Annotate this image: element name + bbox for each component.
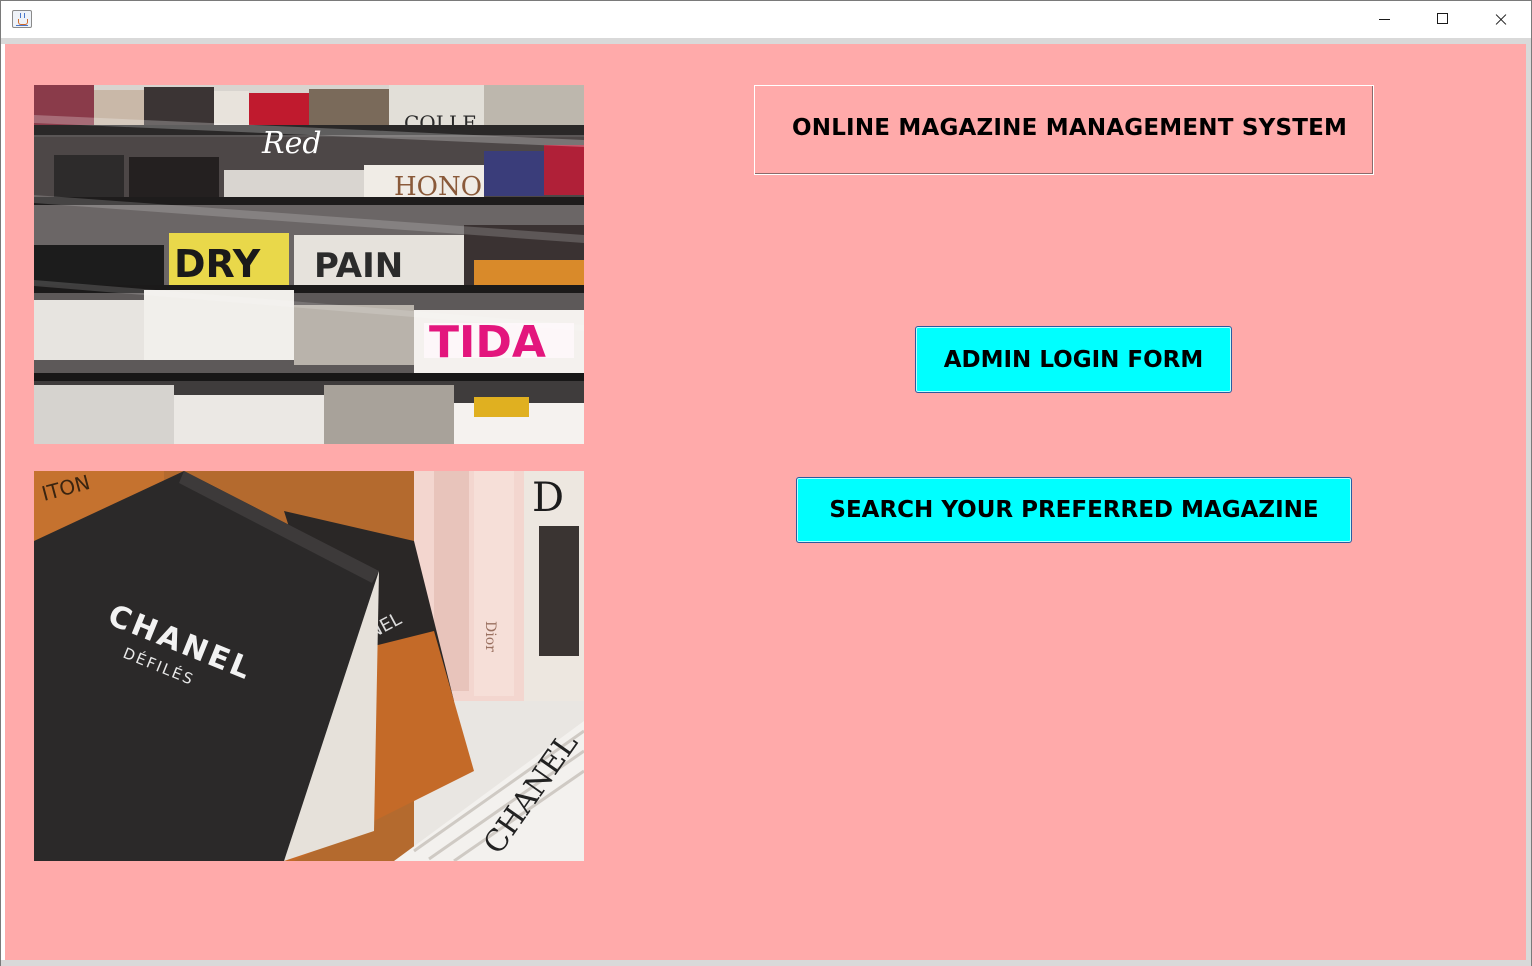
java-coffee-cup-icon[interactable]: [12, 10, 32, 28]
maximize-button[interactable]: [1414, 1, 1472, 38]
svg-text:D: D: [532, 475, 564, 521]
svg-text:PAIN: PAIN: [314, 246, 403, 286]
main-panel: Red COLLE HONO DRY PAIN TIDA ITON D Dior…: [5, 44, 1526, 960]
frame-border-right: [1526, 44, 1531, 960]
admin-login-button[interactable]: ADMIN LOGIN FORM: [915, 326, 1232, 393]
svg-text:Dior: Dior: [482, 621, 498, 652]
chanel-book-photo: ITON D Dior CHANEL NEL CHANEL DÉFILÉS: [34, 471, 584, 861]
maximize-icon: [1437, 13, 1448, 24]
title-panel: ONLINE MAGAZINE MANAGEMENT SYSTEM: [754, 85, 1374, 175]
svg-text:HONO: HONO: [394, 172, 482, 202]
page-title: ONLINE MAGAZINE MANAGEMENT SYSTEM: [792, 115, 1348, 141]
magazine-rack-photo: Red COLLE HONO DRY PAIN TIDA: [34, 85, 584, 444]
minimize-button[interactable]: [1356, 1, 1414, 38]
svg-text:COLLE: COLLE: [404, 111, 477, 135]
application-window: Red COLLE HONO DRY PAIN TIDA ITON D Dior…: [0, 0, 1532, 966]
svg-text:TIDA: TIDA: [429, 317, 546, 368]
svg-text:Red: Red: [261, 126, 322, 161]
title-bar[interactable]: [1, 1, 1531, 38]
search-magazine-button[interactable]: SEARCH YOUR PREFERRED MAGAZINE: [796, 477, 1352, 543]
svg-text:DRY: DRY: [174, 242, 261, 286]
minimize-icon: [1379, 19, 1390, 20]
close-button[interactable]: [1472, 1, 1530, 38]
frame-border-bottom: [1, 960, 1531, 966]
